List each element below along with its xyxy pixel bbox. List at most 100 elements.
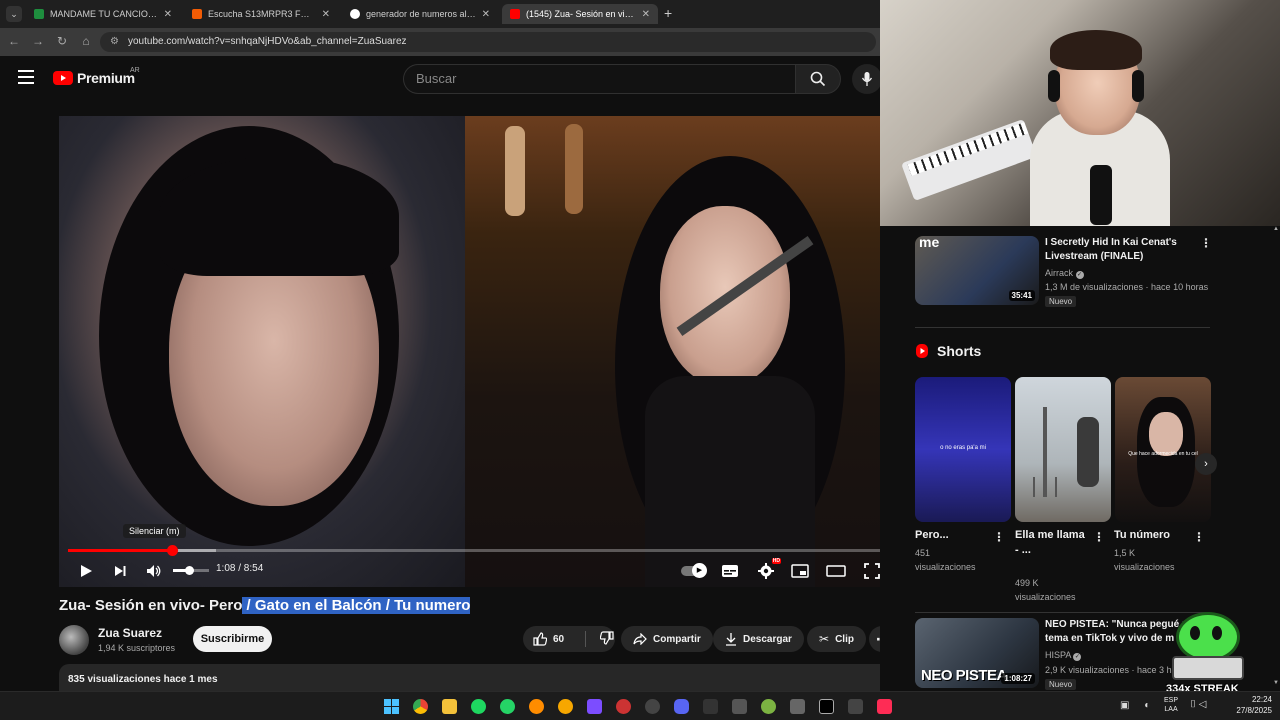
discord-icon[interactable] (674, 699, 689, 714)
miniplayer-button[interactable] (789, 560, 811, 582)
reload-icon[interactable]: ↻ (54, 34, 70, 48)
subscribe-button[interactable]: Suscribirme (193, 626, 272, 652)
browser-tab[interactable]: generador de numeros aleatorios ✕ (342, 4, 498, 24)
fl-studio-icon[interactable] (529, 699, 544, 714)
more-options-icon[interactable]: ⋮ (1093, 530, 1105, 544)
tray-icons[interactable]: ▣ ◐ (1120, 700, 1156, 711)
scissors-icon: ✂ (819, 632, 830, 646)
thumbs-up-icon (533, 632, 547, 646)
clip-button[interactable]: ✂ Clip (807, 626, 866, 652)
shorts-next-arrow-icon[interactable]: › (1195, 453, 1217, 475)
view-count-date: 835 visualizaciones hace 1 mes (68, 674, 218, 685)
more-options-icon[interactable]: ⋮ (1200, 236, 1212, 250)
url-field[interactable]: ⚙ youtube.com/watch?v=snhqaNjHDVo&ab_cha… (100, 32, 876, 52)
app-icon[interactable] (790, 699, 805, 714)
short-thumbnail[interactable]: Que hace adormecida en tu cel (1115, 377, 1211, 522)
recommended-channel[interactable]: HISPA ✓ (1045, 648, 1082, 662)
windows-start-icon[interactable] (384, 699, 399, 714)
download-button[interactable]: Descargar (713, 626, 804, 652)
short-title[interactable]: Pero... (915, 528, 985, 543)
site-info-icon[interactable]: ⚙ (110, 32, 119, 52)
tiktok-icon[interactable] (877, 699, 892, 714)
progress-bar[interactable] (68, 545, 888, 556)
app-icon[interactable] (761, 699, 776, 714)
theater-mode-button[interactable] (825, 560, 847, 582)
video-title: Zua- Sesión en vivo- Pero / Gato en el B… (59, 597, 471, 614)
app-icon[interactable] (848, 699, 863, 714)
short-view-count: 451 (915, 548, 931, 558)
play-icon (81, 565, 92, 577)
more-options-icon[interactable]: ⋮ (1193, 530, 1205, 544)
capcut-icon[interactable] (819, 699, 834, 714)
clock[interactable]: 22:24 27/8/2025 (1236, 694, 1272, 716)
new-tab-icon[interactable]: + (664, 5, 672, 21)
share-button[interactable]: Compartir (621, 626, 713, 652)
app-icon[interactable] (587, 699, 602, 714)
forward-arrow-icon[interactable]: → (30, 34, 46, 48)
recommended-video-thumbnail[interactable]: me 35:41 (915, 236, 1039, 305)
subtitles-icon (722, 565, 738, 577)
recommended-meta: 1,3 M de visualizaciones · hace 10 horas (1045, 282, 1209, 292)
chrome-icon[interactable] (413, 699, 428, 714)
short-title[interactable]: Tu número (1114, 528, 1190, 543)
shorts-header: Shorts (915, 343, 981, 359)
browser-tab-active[interactable]: (1545) Zua- Sesión en vivo- Pero ✕ (502, 4, 658, 24)
next-button[interactable] (109, 560, 131, 582)
dislike-button[interactable] (592, 630, 614, 648)
play-button[interactable] (75, 560, 97, 582)
url-text: youtube.com/watch?v=snhqaNjHDVo&ab_chann… (128, 36, 407, 47)
google-icon (350, 9, 360, 19)
lang-secondary: LAA (1164, 706, 1178, 713)
app-icon[interactable] (732, 699, 747, 714)
tab-close-icon[interactable]: ✕ (482, 9, 490, 20)
like-button[interactable]: 60 (523, 632, 579, 646)
tab-close-icon[interactable]: ✕ (164, 9, 172, 20)
search-button[interactable] (795, 64, 841, 94)
channel-name[interactable]: Zua Suarez (98, 626, 162, 640)
channel-avatar[interactable] (59, 625, 89, 655)
file-explorer-icon[interactable] (442, 699, 457, 714)
search-input[interactable]: Buscar (403, 64, 795, 94)
spotify-icon[interactable] (471, 699, 486, 714)
volume-slider[interactable] (173, 566, 209, 575)
obs-icon[interactable] (645, 699, 660, 714)
input-language[interactable]: ESP LAA (1164, 696, 1178, 714)
recommended-video-title[interactable]: I Secretly Hid In Kai Cenat's Livestream… (1045, 236, 1195, 264)
fullscreen-icon (864, 563, 880, 579)
new-badge: Nuevo (1045, 296, 1077, 307)
fl-studio-alt-icon[interactable] (558, 699, 573, 714)
video-frame-right (465, 116, 897, 587)
youtube-logo[interactable]: Premium (53, 70, 135, 86)
subtitles-button[interactable] (719, 560, 741, 582)
app-icon[interactable] (616, 699, 631, 714)
short-thumbnail[interactable] (1015, 377, 1111, 522)
video-player[interactable]: Silenciar (m) ▶ HD 1:08 / 8:54 (59, 116, 897, 587)
next-icon (115, 566, 126, 576)
settings-button[interactable]: HD (755, 558, 781, 582)
short-thumbnail[interactable]: o no eras pa'a mi (915, 377, 1011, 522)
voice-search-button[interactable] (852, 64, 882, 94)
whatsapp-icon[interactable] (500, 699, 515, 714)
more-options-icon[interactable]: ⋮ (993, 530, 1005, 544)
tab-search-icon[interactable]: ⌄ (6, 6, 22, 22)
search-icon (810, 71, 826, 87)
recommended-video-thumbnail[interactable]: NEO PISTEA 1:08:27 (915, 618, 1039, 688)
browser-tab[interactable]: Escucha S13MRPR3 FU1 AS1 de ✕ (184, 4, 338, 24)
subscriber-count: 1,94 K suscriptores (98, 643, 176, 653)
browser-tab[interactable]: MANDAME TU CANCION o BEAT ✕ (26, 4, 180, 24)
autoplay-toggle[interactable]: ▶ (679, 560, 707, 582)
menu-icon[interactable] (18, 70, 34, 84)
app-icon[interactable] (703, 699, 718, 714)
tab-close-icon[interactable]: ✕ (322, 9, 330, 20)
thumbnail-text: NEO PISTEA (921, 667, 1007, 684)
share-label: Compartir (653, 633, 701, 645)
short-title[interactable]: Ella me llama - ... (1015, 528, 1091, 558)
network-volume-icons[interactable]: ⌷ ◁ (1190, 699, 1206, 710)
sidebar-scrollbar[interactable]: ▲ ▼ (1272, 226, 1279, 686)
volume-knob[interactable] (185, 566, 195, 575)
back-arrow-icon[interactable]: ← (6, 34, 22, 48)
home-icon[interactable]: ⌂ (78, 34, 94, 48)
recommended-channel[interactable]: Airrack ✓ (1045, 266, 1084, 280)
tab-close-icon[interactable]: ✕ (642, 9, 650, 20)
mute-button[interactable] (143, 560, 165, 582)
